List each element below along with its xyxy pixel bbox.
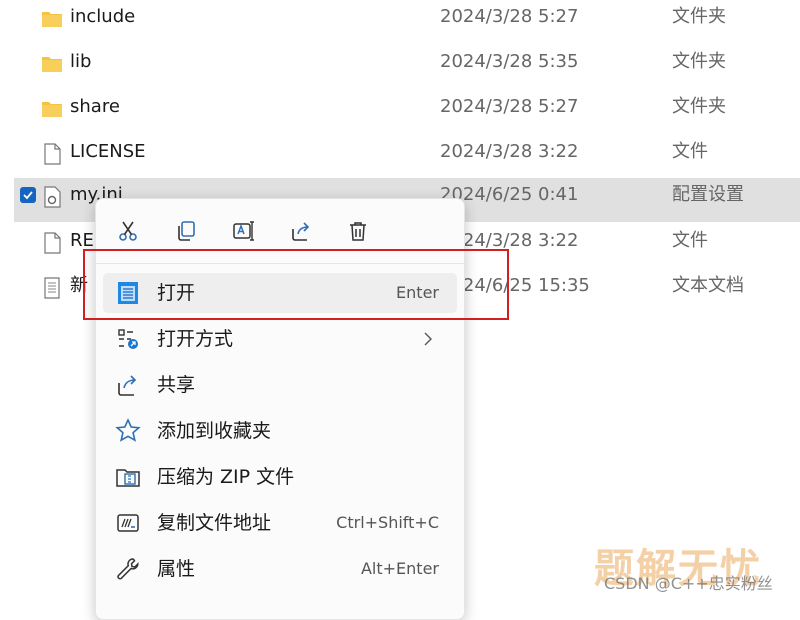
menu-item-properties[interactable]: 属性 Alt+Enter xyxy=(103,549,457,589)
file-date: 2024/3/28 5:27 xyxy=(440,96,579,117)
menu-item-label: 压缩为 ZIP 文件 xyxy=(157,466,295,488)
file-row-lib[interactable]: lib 2024/3/28 5:35 文件夹 xyxy=(0,45,800,89)
menu-item-zip[interactable]: 压缩为 ZIP 文件 xyxy=(103,457,457,497)
file-row-share[interactable]: share 2024/3/28 5:27 文件夹 xyxy=(0,90,800,134)
text-file-icon xyxy=(44,277,60,299)
star-icon xyxy=(115,418,141,442)
checkmark-icon xyxy=(23,191,33,200)
file-type: 文件夹 xyxy=(672,96,726,117)
copy-button[interactable] xyxy=(172,217,200,245)
zip-icon xyxy=(116,469,140,487)
settings-file-icon xyxy=(44,186,61,208)
file-date: 2024/3/28 3:22 xyxy=(440,141,579,162)
file-type: 文件 xyxy=(672,141,708,162)
cut-button[interactable] xyxy=(114,217,142,245)
file-name: share xyxy=(70,96,120,117)
share-icon xyxy=(118,375,137,396)
menu-item-add-favorite[interactable]: 添加到收藏夹 xyxy=(103,411,457,451)
folder-icon xyxy=(42,12,62,27)
file-type: 文件夹 xyxy=(672,51,726,72)
share-icon xyxy=(292,222,310,241)
file-icon xyxy=(44,143,61,165)
copy-icon xyxy=(178,221,195,241)
file-date: 2024/3/28 5:35 xyxy=(440,51,579,72)
file-row-include[interactable]: include 2024/3/28 5:27 文件夹 xyxy=(0,0,800,44)
row-checkbox[interactable] xyxy=(20,187,36,203)
folder-icon xyxy=(42,57,62,72)
copy-path-icon xyxy=(117,514,139,532)
watermark-text: CSDN @C++忠实粉丝 xyxy=(604,574,773,593)
file-type: 文本文档 xyxy=(672,275,744,296)
menu-item-label: 添加到收藏夹 xyxy=(157,420,272,442)
file-type: 配置设置 xyxy=(672,184,744,205)
open-with-icon xyxy=(118,329,138,349)
menu-item-shortcut: Alt+Enter xyxy=(360,559,439,578)
file-type: 文件 xyxy=(672,230,708,251)
file-name: include xyxy=(70,6,136,27)
chevron-right-icon xyxy=(424,332,432,346)
rename-icon xyxy=(233,221,254,241)
file-icon xyxy=(44,232,61,254)
rename-button[interactable] xyxy=(229,217,257,245)
menu-item-label: 打开方式 xyxy=(157,328,234,350)
delete-button[interactable] xyxy=(344,217,372,245)
wrench-icon xyxy=(117,558,139,580)
delete-icon xyxy=(350,222,366,241)
cut-icon xyxy=(119,221,137,241)
folder-icon xyxy=(42,102,62,117)
file-date: 2024/3/28 5:27 xyxy=(440,6,579,27)
file-name: LICENSE xyxy=(70,141,146,162)
file-type: 文件夹 xyxy=(672,6,726,27)
menu-item-copy-path[interactable]: 复制文件地址 Ctrl+Shift+C xyxy=(103,503,457,543)
file-name: lib xyxy=(70,51,92,72)
menu-item-label: 共享 xyxy=(157,374,196,396)
menu-item-shortcut: Ctrl+Shift+C xyxy=(336,513,439,532)
file-row-license[interactable]: LICENSE 2024/3/28 3:22 文件 xyxy=(0,135,800,179)
menu-item-open-with[interactable]: 打开方式 xyxy=(103,319,457,359)
highlight-annotation-box xyxy=(83,249,509,320)
menu-item-share[interactable]: 共享 xyxy=(103,365,457,405)
menu-item-label: 属性 xyxy=(157,558,196,580)
share-button[interactable] xyxy=(287,217,315,245)
menu-item-label: 复制文件地址 xyxy=(157,512,272,534)
